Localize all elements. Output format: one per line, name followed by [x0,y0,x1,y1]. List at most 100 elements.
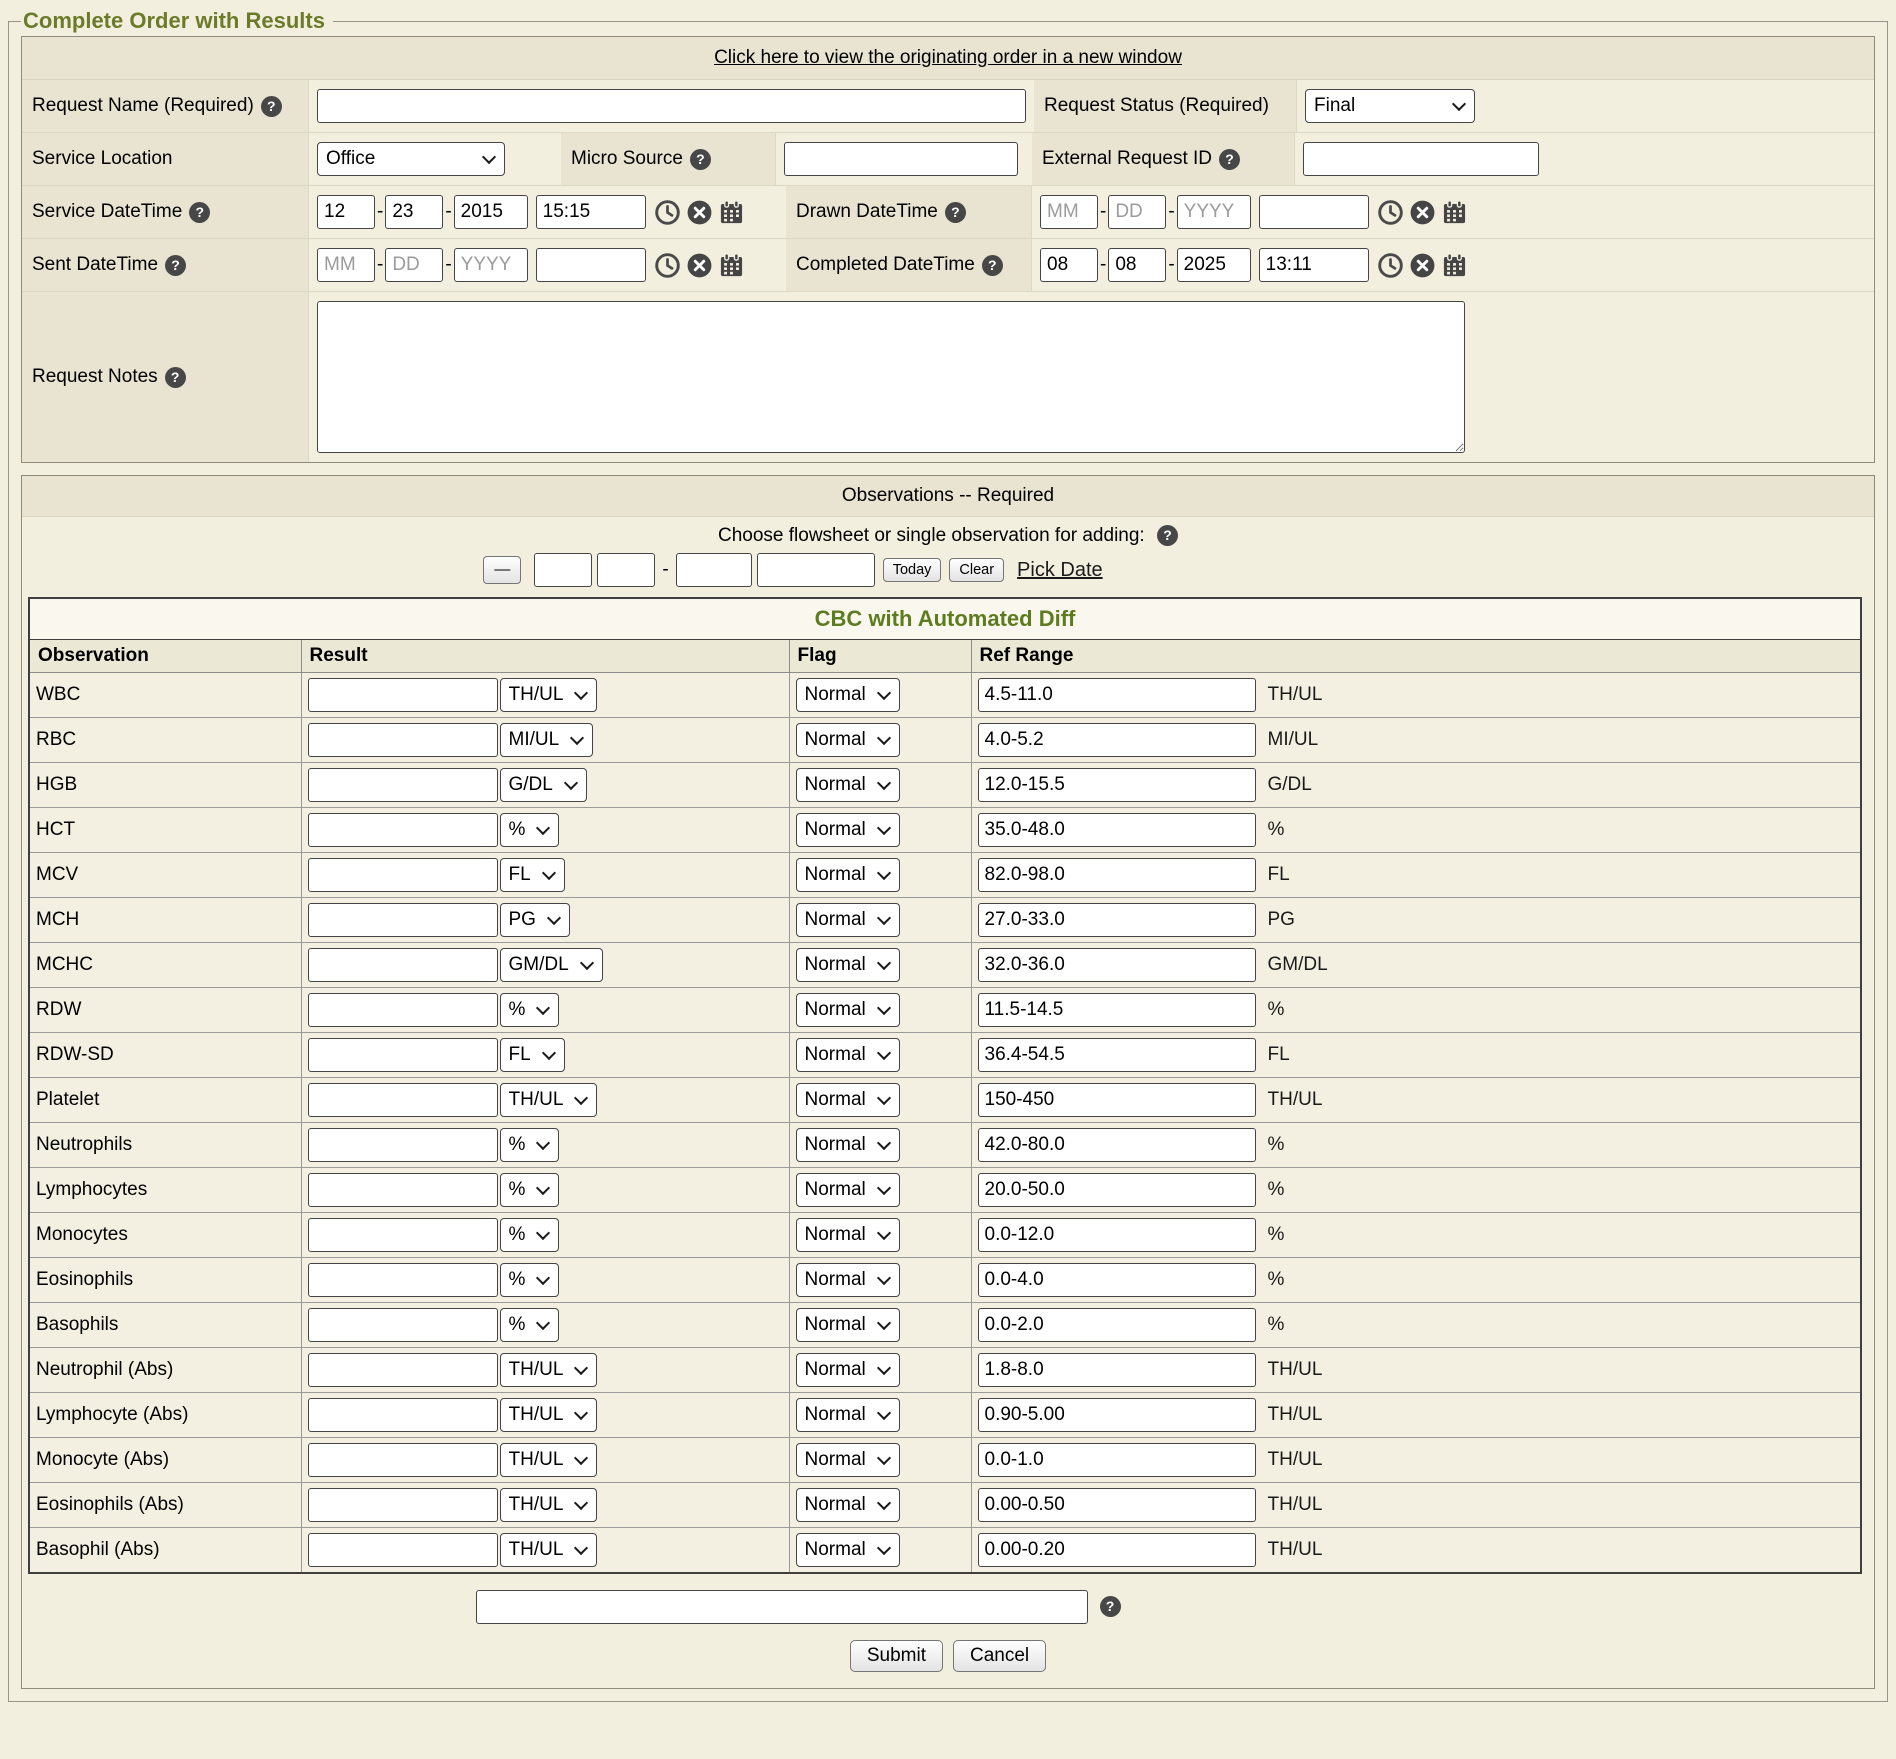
ref-range-input[interactable] [978,1353,1256,1387]
drawn-month-input[interactable] [1040,195,1098,229]
service-location-select[interactable]: Office [318,143,504,174]
request-status-select[interactable]: Final [1306,90,1474,121]
submit-button[interactable]: Submit [850,1640,943,1672]
result-value-input[interactable] [308,768,498,802]
ref-range-input[interactable] [978,813,1256,847]
result-value-input[interactable] [308,1173,498,1207]
ref-range-input[interactable] [978,1398,1256,1432]
abnormal-flag-select[interactable]: Normal [797,1264,899,1295]
result-value-input[interactable] [308,813,498,847]
help-icon[interactable]: ? [690,149,711,170]
clear-datetime-icon[interactable] [1409,252,1436,279]
result-unit-select[interactable]: % [501,1264,558,1295]
abnormal-flag-select[interactable]: Normal [797,769,899,800]
abnormal-flag-select[interactable]: Normal [797,1174,899,1205]
result-value-input[interactable] [308,1308,498,1342]
result-unit-select[interactable]: TH/UL [501,1534,596,1565]
sent-year-input[interactable] [454,248,528,282]
clear-button[interactable]: Clear [949,558,1004,582]
help-icon[interactable]: ? [261,96,282,117]
drawn-day-input[interactable] [1108,195,1166,229]
sent-day-input[interactable] [385,248,443,282]
result-unit-select[interactable]: G/DL [501,769,586,800]
calendar-icon[interactable] [718,199,745,226]
ref-range-input[interactable] [978,1128,1256,1162]
drawn-year-input[interactable] [1177,195,1251,229]
abnormal-flag-select[interactable]: Normal [797,1084,899,1115]
abnormal-flag-select[interactable]: Normal [797,859,899,890]
completed-month-input[interactable] [1040,248,1098,282]
help-icon[interactable]: ? [1157,525,1178,546]
single-observation-input[interactable] [476,1590,1088,1624]
drawn-time-input[interactable] [1259,195,1369,229]
picker-month-input[interactable] [534,553,592,587]
result-value-input[interactable] [308,723,498,757]
result-unit-select[interactable]: % [501,1129,558,1160]
ref-range-input[interactable] [978,1173,1256,1207]
result-unit-select[interactable]: PG [501,904,569,935]
sent-time-input[interactable] [536,248,646,282]
request-notes-textarea[interactable] [317,301,1465,453]
completed-day-input[interactable] [1108,248,1166,282]
result-value-input[interactable] [308,1038,498,1072]
help-icon[interactable]: ? [945,202,966,223]
result-unit-select[interactable]: % [501,1309,558,1340]
result-value-input[interactable] [308,948,498,982]
result-value-input[interactable] [308,993,498,1027]
abnormal-flag-select[interactable]: Normal [797,1444,899,1475]
service-month-input[interactable] [317,195,375,229]
result-value-input[interactable] [308,903,498,937]
ref-range-input[interactable] [978,1038,1256,1072]
help-icon[interactable]: ? [1219,149,1240,170]
ref-range-input[interactable] [978,948,1256,982]
abnormal-flag-select[interactable]: Normal [797,679,899,710]
abnormal-flag-select[interactable]: Normal [797,1129,899,1160]
result-value-input[interactable] [308,1263,498,1297]
help-icon[interactable]: ? [165,255,186,276]
abnormal-flag-select[interactable]: Normal [797,1354,899,1385]
result-unit-select[interactable]: TH/UL [501,1084,596,1115]
picker-time-input[interactable] [757,553,875,587]
view-originating-order-link[interactable]: Click here to view the originating order… [714,47,1182,68]
ref-range-input[interactable] [978,678,1256,712]
ref-range-input[interactable] [978,993,1256,1027]
cancel-button[interactable]: Cancel [953,1640,1046,1672]
help-icon[interactable]: ? [1100,1596,1121,1617]
help-icon[interactable]: ? [165,367,186,388]
result-unit-select[interactable]: FL [501,1039,564,1070]
result-unit-select[interactable]: % [501,1219,558,1250]
clock-icon[interactable] [654,252,681,279]
result-unit-select[interactable]: TH/UL [501,1354,596,1385]
abnormal-flag-select[interactable]: Normal [797,949,899,980]
result-unit-select[interactable]: % [501,814,558,845]
result-value-input[interactable] [308,1128,498,1162]
abnormal-flag-select[interactable]: Normal [797,904,899,935]
abnormal-flag-select[interactable]: Normal [797,1489,899,1520]
clear-datetime-icon[interactable] [686,252,713,279]
ref-range-input[interactable] [978,1218,1256,1252]
micro-source-input[interactable] [784,142,1018,176]
calendar-icon[interactable] [1441,199,1468,226]
abnormal-flag-select[interactable]: Normal [797,1399,899,1430]
calendar-icon[interactable] [1441,252,1468,279]
result-unit-select[interactable]: FL [501,859,564,890]
result-unit-select[interactable]: % [501,994,558,1025]
result-value-input[interactable] [308,1488,498,1522]
result-value-input[interactable] [308,858,498,892]
abnormal-flag-select[interactable]: Normal [797,724,899,755]
result-unit-select[interactable]: TH/UL [501,1489,596,1520]
ref-range-input[interactable] [978,858,1256,892]
ref-range-input[interactable] [978,1083,1256,1117]
result-unit-select[interactable]: GM/DL [501,949,602,980]
abnormal-flag-select[interactable]: Normal [797,1309,899,1340]
ref-range-input[interactable] [978,1263,1256,1297]
calendar-icon[interactable] [718,252,745,279]
request-name-input[interactable] [317,89,1026,123]
result-value-input[interactable] [308,678,498,712]
clock-icon[interactable] [1377,252,1404,279]
completed-year-input[interactable] [1177,248,1251,282]
result-unit-select[interactable]: TH/UL [501,679,596,710]
result-unit-select[interactable]: TH/UL [501,1399,596,1430]
pick-date-link[interactable]: Pick Date [1017,559,1103,582]
abnormal-flag-select[interactable]: Normal [797,1039,899,1070]
